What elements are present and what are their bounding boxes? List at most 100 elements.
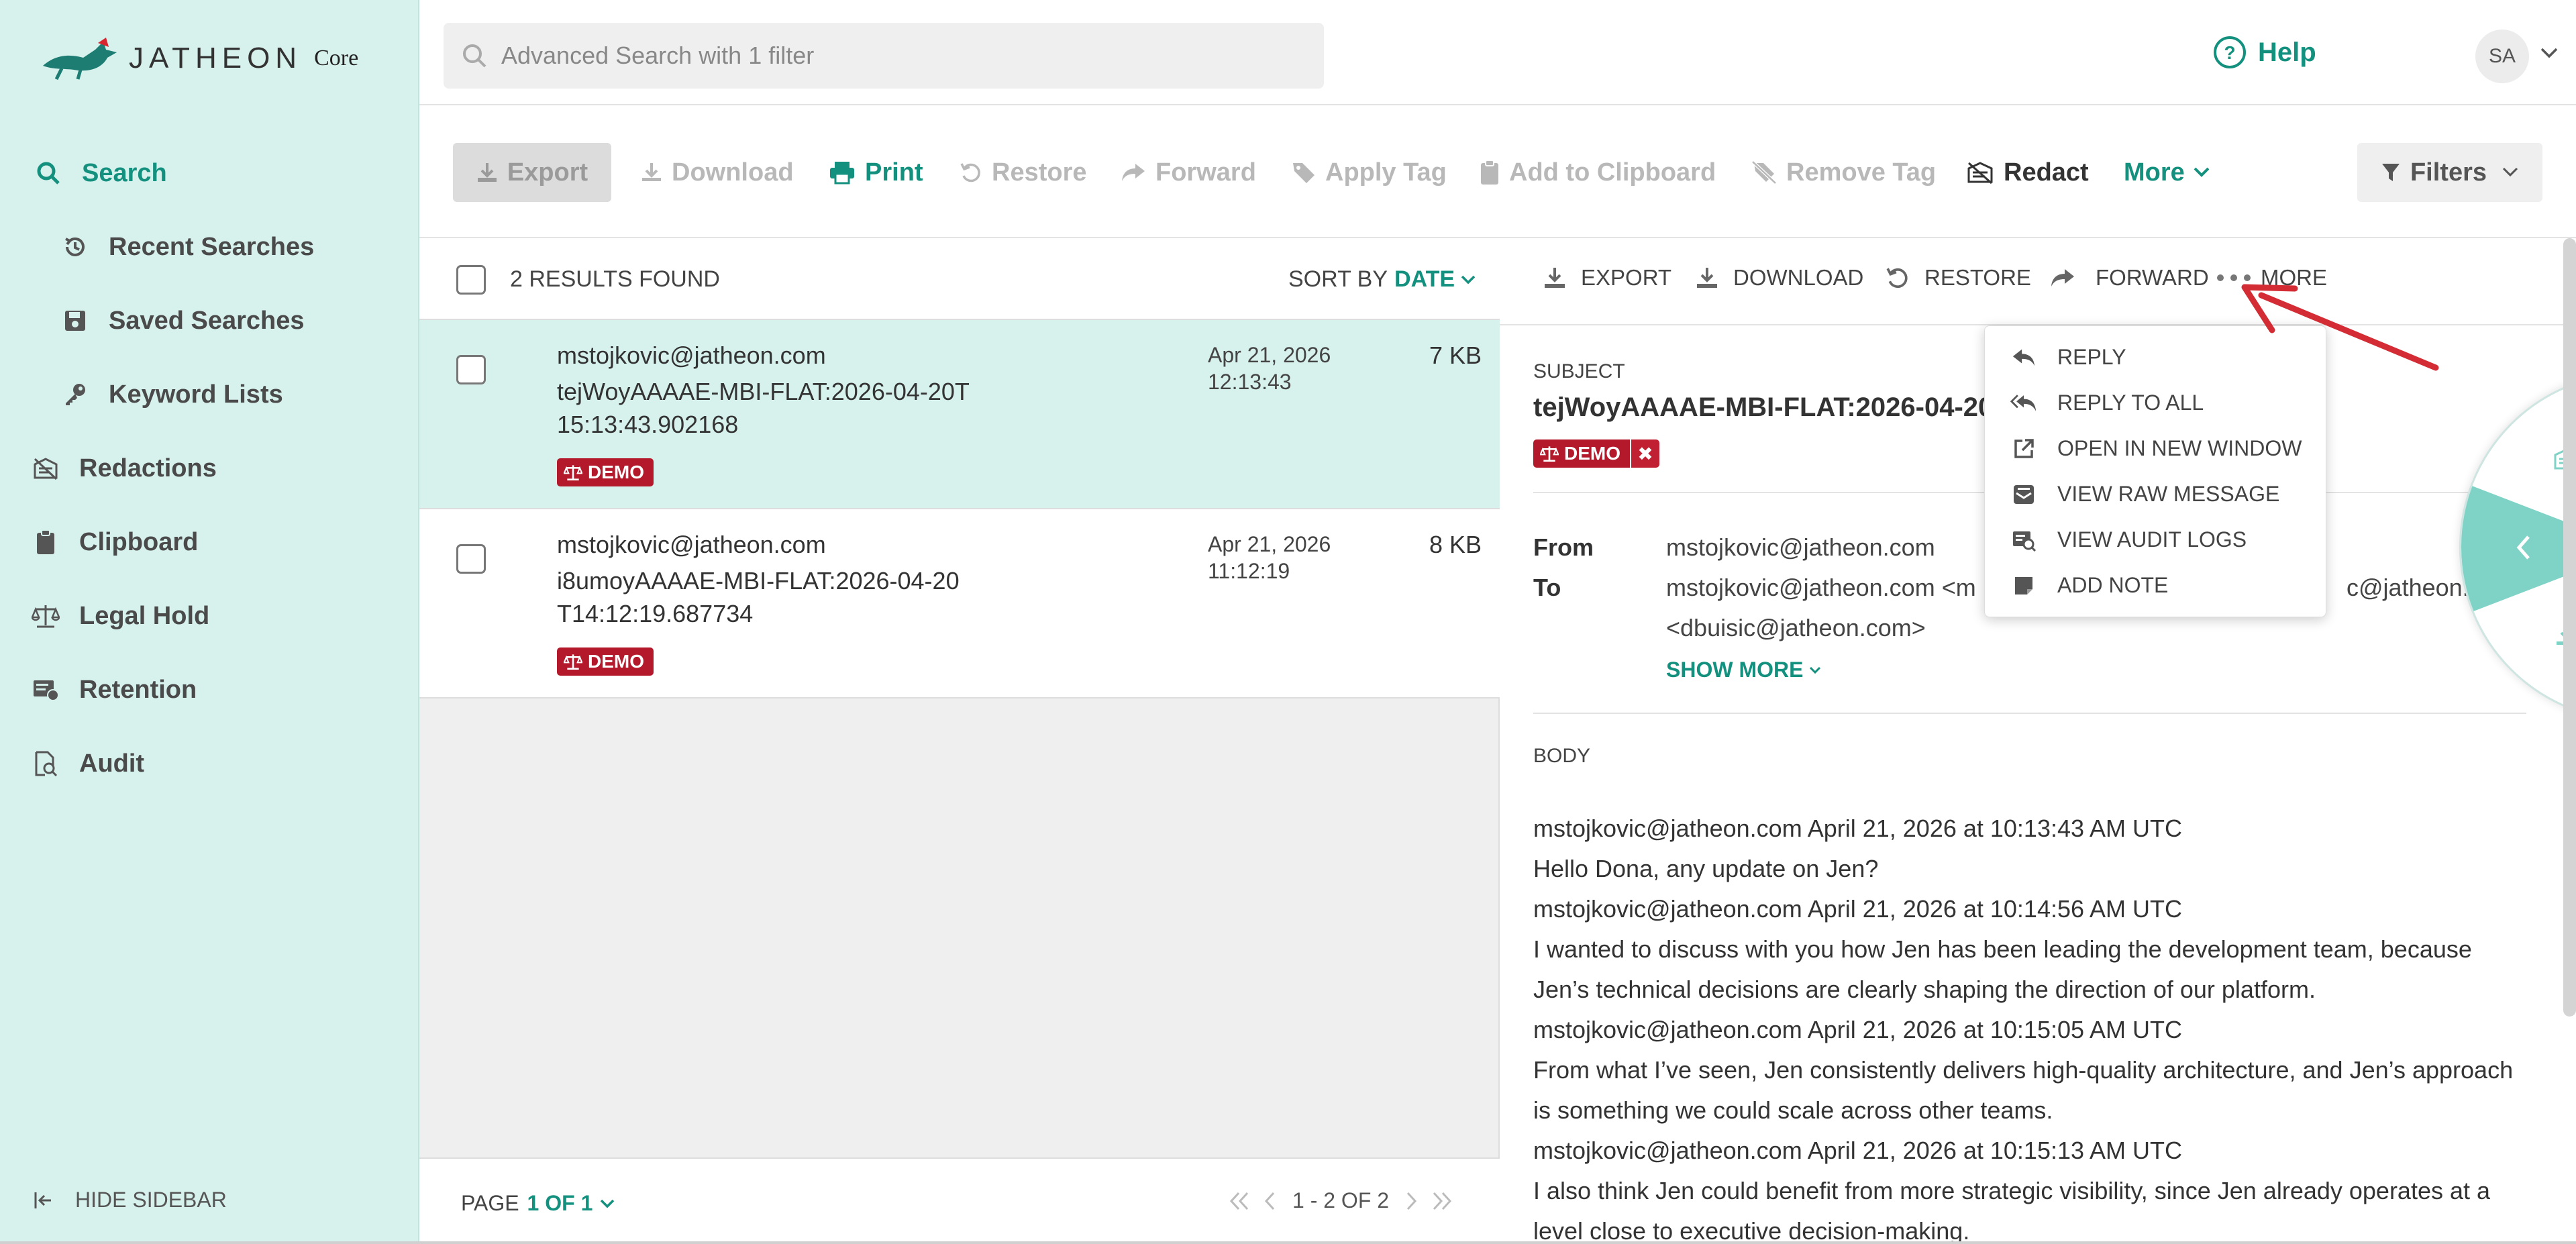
- sort-by-dropdown[interactable]: SORT BY DATE: [1288, 266, 1476, 293]
- menu-item-view-raw-message[interactable]: VIEW RAW MESSAGE: [2010, 482, 2279, 507]
- jatheon-logo[interactable]: JATHEON Core: [42, 35, 358, 82]
- menu-item-label: REPLY: [2057, 345, 2126, 369]
- prev-page-icon[interactable]: [1263, 1191, 1276, 1211]
- external-link-icon: [2010, 438, 2037, 460]
- advanced-search-input[interactable]: Advanced Search with 1 filter: [444, 23, 1324, 89]
- print-button[interactable]: Print: [829, 143, 923, 202]
- logo-text: JATHEON: [129, 42, 303, 74]
- forward-label: Forward: [1155, 158, 1256, 187]
- download-button[interactable]: Download: [641, 143, 794, 202]
- note-icon: [2010, 576, 2037, 596]
- restore-icon: [1886, 266, 1910, 290]
- menu-item-label: REPLY TO ALL: [2057, 391, 2204, 415]
- add-to-clipboard-button[interactable]: Add to Clipboard: [1480, 143, 1716, 202]
- sidebar-item-search[interactable]: Search: [34, 158, 167, 188]
- quick-action-wheel[interactable]: [2459, 372, 2576, 721]
- menu-item-open-new-window[interactable]: OPEN IN NEW WINDOW: [2010, 436, 2302, 461]
- badge-label: DEMO: [588, 651, 644, 672]
- row-checkbox[interactable]: [456, 544, 486, 574]
- chevron-left-icon[interactable]: [2515, 534, 2532, 561]
- preview-forward-button[interactable]: FORWARD: [2050, 265, 2209, 291]
- body-label: BODY: [1533, 745, 1591, 767]
- sidebar-item-saved-searches[interactable]: Saved Searches: [60, 306, 305, 335]
- retention-icon: [31, 675, 60, 705]
- menu-item-add-note[interactable]: ADD NOTE: [2010, 573, 2168, 598]
- menu-item-reply-all[interactable]: REPLY TO ALL: [2010, 391, 2204, 415]
- select-all-checkbox[interactable]: [456, 265, 486, 295]
- to-value-2: <dbuisic@jatheon.com>: [1666, 614, 1926, 641]
- fox-logo-icon: [42, 35, 122, 82]
- download-label: Download: [672, 158, 794, 187]
- apply-tag-label: Apply Tag: [1325, 158, 1447, 187]
- save-icon: [60, 306, 90, 335]
- sidebar-item-redactions[interactable]: Redactions: [31, 454, 217, 483]
- menu-item-label: OPEN IN NEW WINDOW: [2057, 436, 2302, 460]
- sidebar-item-label: Legal Hold: [79, 601, 210, 630]
- sidebar-item-audit[interactable]: Audit: [31, 749, 144, 778]
- sidebar-item-recent-searches[interactable]: Recent Searches: [60, 232, 314, 262]
- more-actions-button[interactable]: More: [2124, 143, 2210, 202]
- table-row[interactable]: mstojkovic@jatheon.com i8umoyAAAAE-MBI-F…: [419, 509, 1500, 698]
- audit-log-icon: [2010, 529, 2037, 552]
- chevron-down-icon[interactable]: [2540, 47, 2559, 59]
- divider: [1533, 713, 2526, 714]
- last-page-icon[interactable]: [1431, 1191, 1453, 1211]
- help-button[interactable]: ? Help: [2212, 35, 2316, 70]
- row-date-day: Apr 21, 2026: [1208, 532, 1331, 556]
- row-checkbox[interactable]: [456, 355, 486, 384]
- avatar[interactable]: SA: [2475, 30, 2529, 83]
- sidebar-item-label: Search: [82, 158, 167, 187]
- download-icon: [1543, 266, 1566, 289]
- hide-sidebar-button[interactable]: HIDE SIDEBAR: [34, 1188, 227, 1212]
- sidebar-item-label: Recent Searches: [109, 232, 315, 261]
- sidebar-item-clipboard[interactable]: Clipboard: [31, 527, 198, 557]
- menu-item-view-audit-logs[interactable]: VIEW AUDIT LOGS: [2010, 527, 2247, 552]
- table-row[interactable]: mstojkovic@jatheon.com tejWoyAAAAE-MBI-F…: [419, 320, 1500, 509]
- page-value: 1 OF 1: [527, 1191, 593, 1215]
- sidebar-item-legal-hold[interactable]: Legal Hold: [31, 601, 209, 631]
- row-date: Apr 21, 2026 11:12:19: [1208, 531, 1331, 584]
- menu-item-label: ADD NOTE: [2057, 573, 2169, 597]
- audit-icon: [31, 749, 60, 778]
- row-date: Apr 21, 2026 12:13:43: [1208, 342, 1331, 395]
- first-page-icon[interactable]: [1228, 1191, 1251, 1211]
- next-page-icon[interactable]: [1405, 1191, 1419, 1211]
- body-line: mstojkovic@jatheon.com April 21, 2026 at…: [1533, 1137, 2183, 1164]
- row-date-time: 12:13:43: [1208, 370, 1292, 394]
- restore-button[interactable]: Restore: [960, 143, 1087, 202]
- export-label: Export: [507, 158, 588, 187]
- remove-tag-icon[interactable]: ✖: [1631, 439, 1659, 468]
- hide-sidebar-label: HIDE SIDEBAR: [75, 1188, 227, 1212]
- from-label: From: [1533, 533, 1594, 561]
- chevron-down-icon: [599, 1198, 615, 1209]
- apply-tag-button[interactable]: Apply Tag: [1292, 143, 1447, 202]
- menu-item-reply[interactable]: REPLY: [2010, 345, 2126, 370]
- preview-export-button[interactable]: EXPORT: [1543, 265, 1671, 291]
- preview-scrollbar[interactable]: [2563, 238, 2576, 1017]
- sidebar-item-retention[interactable]: Retention: [31, 675, 197, 705]
- preview-download-label: DOWNLOAD: [1733, 265, 1864, 290]
- filters-button[interactable]: Filters: [2357, 143, 2542, 202]
- scale-icon: [1540, 446, 1559, 462]
- redact-icon: [1966, 160, 1994, 185]
- history-icon: [60, 232, 90, 262]
- export-button[interactable]: Export: [453, 143, 611, 202]
- tag-slash-icon: [1751, 160, 1777, 185]
- preview-download-button[interactable]: DOWNLOAD: [1696, 265, 1863, 291]
- to-value: mstojkovic@jatheon.com <m: [1666, 574, 1976, 601]
- preview-restore-button[interactable]: RESTORE: [1886, 265, 2031, 291]
- forward-button[interactable]: Forward: [1121, 143, 1256, 202]
- sidebar-item-keyword-lists[interactable]: Keyword Lists: [60, 380, 283, 409]
- body-line: mstojkovic@jatheon.com April 21, 2026 at…: [1533, 895, 2183, 923]
- key-icon: [60, 380, 90, 409]
- redact-button[interactable]: Redact: [1966, 143, 2089, 202]
- body-line: level close to executive decision-making…: [1533, 1217, 1970, 1244]
- action-toolbar: Export Download Print Restore Forward Ap…: [419, 105, 2576, 238]
- row-size: 8 KB: [1429, 531, 1482, 558]
- show-more-link[interactable]: SHOW MORE: [1666, 658, 1822, 682]
- remove-tag-button[interactable]: Remove Tag: [1751, 143, 1936, 202]
- legal-hold-badge: DEMO ✖: [1533, 439, 1659, 468]
- page-selector[interactable]: PAGE 1 OF 1: [461, 1191, 615, 1216]
- help-label: Help: [2258, 37, 2316, 67]
- help-icon: ?: [2212, 35, 2247, 70]
